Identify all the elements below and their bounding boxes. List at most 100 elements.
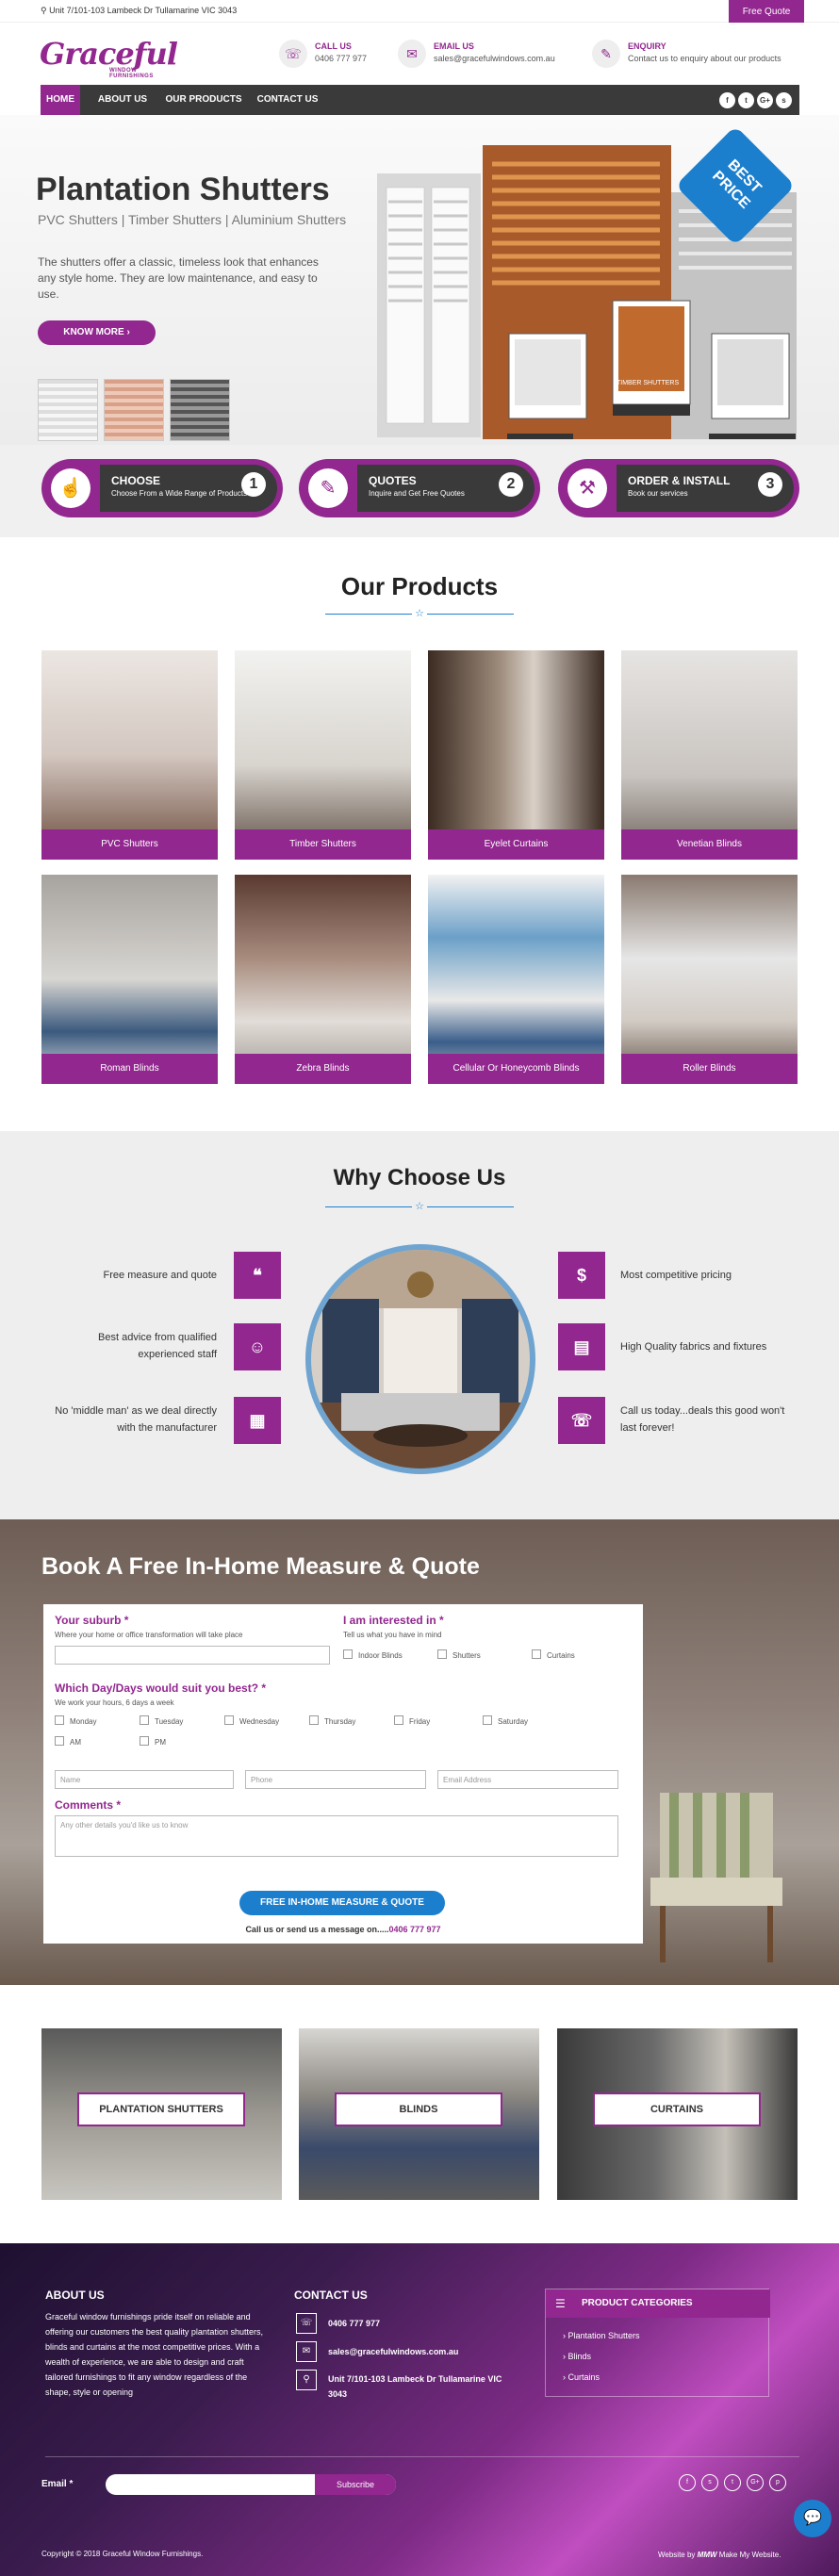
day-checkbox-friday[interactable]: Friday [394,1715,430,1726]
time-checkbox-am[interactable]: AM [55,1736,81,1747]
email-value: sales@gracefulwindows.com.au [434,54,555,63]
step-title: QUOTES [369,474,417,487]
subscribe-button[interactable]: Subscribe [315,2474,396,2495]
day-checkbox-thursday[interactable]: Thursday [309,1715,355,1726]
step-desc: Inquire and Get Free Quotes [369,489,465,498]
pinterest-icon[interactable]: p [769,2474,786,2491]
why-left-3: No 'middle man' as we deal directly with… [55,1405,217,1434]
footer-contact-title: CONTACT US [294,2289,368,2302]
time-checkbox-pm[interactable]: PM [140,1736,166,1747]
footer-cat-link[interactable]: › Blinds [563,2352,591,2361]
enquiry-label: ENQUIRY [628,41,666,51]
product-label: Venetian Blinds [621,829,798,860]
step-number: 2 [499,472,523,497]
nav-about[interactable]: ABOUT US [93,85,152,115]
suburb-input[interactable] [55,1646,330,1665]
know-more-button[interactable]: KNOW MORE › [38,320,156,345]
product-card[interactable]: Cellular Or Honeycomb Blinds [428,875,604,1084]
nav-home[interactable]: HOME [41,85,80,115]
interest-label: I am interested in * [343,1614,444,1627]
category-banners: PLANTATION SHUTTERS BLINDS CURTAINS [0,1985,839,2243]
nav-contact[interactable]: CONTACT US [254,85,321,115]
logo-name: Graceful [40,36,178,72]
footer-about-text: Graceful window furnishings pride itself… [45,2312,263,2397]
email-input[interactable]: Email Address [437,1770,618,1789]
why-left-2: Best advice from qualified experienced s… [98,1332,217,1360]
step-quotes[interactable]: ✎ QUOTES Inquire and Get Free Quotes 2 [299,459,540,517]
day-checkbox-saturday[interactable]: Saturday [483,1715,528,1726]
category-curtains[interactable]: CURTAINS [557,2028,798,2200]
booking-form: Your suburb * Where your home or office … [43,1604,643,1944]
why-right-2: High Quality fabrics and fixtures [620,1341,767,1353]
step-number: 1 [241,472,266,497]
product-card[interactable]: Roman Blinds [41,875,218,1084]
day-checkbox-tuesday[interactable]: Tuesday [140,1715,183,1726]
interest-checkbox-indoor-blinds[interactable]: Indoor Blinds [343,1649,403,1660]
top-address-text: Unit 7/101-103 Lambeck Dr Tullamarine VI… [49,6,238,15]
facebook-icon[interactable]: f [679,2474,696,2491]
category-plantation-shutters[interactable]: PLANTATION SHUTTERS [41,2028,282,2200]
star-icon: ☆ [412,1200,427,1213]
footer-email[interactable]: sales@gracefulwindows.com.au [328,2344,458,2359]
product-label: Timber Shutters [235,829,411,860]
day-checkbox-monday[interactable]: Monday [55,1715,96,1726]
product-card[interactable]: PVC Shutters [41,650,218,860]
top-address: ⚲ Unit 7/101-103 Lambeck Dr Tullamarine … [41,6,238,15]
product-card[interactable]: Roller Blinds [621,875,798,1084]
footer-cat-link[interactable]: › Plantation Shutters [563,2331,640,2340]
twitter-icon[interactable]: t [738,92,754,108]
step-order-install[interactable]: ⚒ ORDER & INSTALL Book our services 3 [558,459,799,517]
footer-divider [45,2456,799,2457]
film-icon: ▤ [558,1323,605,1370]
google-plus-icon[interactable]: G+ [757,92,773,108]
free-measure-button[interactable]: FREE IN-HOME MEASURE & QUOTE [239,1891,445,1915]
booking-note: Call us or send us a message on.....0406… [43,1925,643,1934]
google-plus-icon[interactable]: G+ [747,2474,764,2491]
make-my-website-logo: MMW [697,2551,717,2559]
thumb-white-shutter[interactable] [38,379,98,441]
product-label: Eyelet Curtains [428,829,604,860]
product-card[interactable]: Eyelet Curtains [428,650,604,860]
facebook-icon[interactable]: f [719,92,735,108]
step-desc: Choose From a Wide Range of Products [111,489,248,498]
interest-checkbox-curtains[interactable]: Curtains [532,1649,575,1660]
footer-credit-name[interactable]: Make My Website. [719,2551,781,2559]
hero-description: The shutters offer a classic, timeless l… [38,255,319,301]
comments-textarea[interactable]: Any other details you'd like us to know [55,1815,618,1857]
footer-email-label: Email * [41,2479,74,2489]
category-blinds[interactable]: BLINDS [299,2028,539,2200]
chat-bubble-icon[interactable]: 💬 [794,2500,831,2537]
footer-cat-link[interactable]: › Curtains [563,2372,600,2382]
why-left-1: Free measure and quote [103,1270,217,1281]
footer-credit-text: Website by [658,2551,696,2559]
footer-phone[interactable]: 0406 777 977 [328,2316,380,2331]
nav-products[interactable]: OUR PRODUCTS [161,85,246,115]
top-bar: ⚲ Unit 7/101-103 Lambeck Dr Tullamarine … [0,0,839,25]
steps-bar: ☝ CHOOSE Choose From a Wide Range of Prod… [0,445,839,537]
logo[interactable]: Graceful WINDOW FURNISHINGS [40,36,181,79]
day-checkbox-wednesday[interactable]: Wednesday [224,1715,279,1726]
name-input[interactable]: Name [55,1770,234,1789]
phone-icon: ☏ [279,40,307,68]
list-icon: ☰ [555,2297,566,2310]
call-label: CALL US [315,41,352,51]
why-right-1: Most competitive pricing [620,1270,732,1281]
dollar-icon: $ [558,1252,605,1299]
product-card[interactable]: Venetian Blinds [621,650,798,860]
factory-icon: ▦ [234,1397,281,1444]
skype-icon[interactable]: s [776,92,792,108]
product-label: PVC Shutters [41,829,218,860]
thumb-pink-shutter[interactable] [104,379,164,441]
step-choose[interactable]: ☝ CHOOSE Choose From a Wide Range of Prod… [41,459,283,517]
interest-checkbox-shutters[interactable]: Shutters [437,1649,481,1660]
hero-subtitle: PVC Shutters | Timber Shutters | Alumini… [38,212,347,227]
hero-title: Plantation Shutters [36,172,330,207]
product-card[interactable]: Zebra Blinds [235,875,411,1084]
product-categories-title: PRODUCT CATEGORIES [546,2289,770,2318]
phone-input[interactable]: Phone [245,1770,426,1789]
skype-icon[interactable]: s [701,2474,718,2491]
thumb-grey-shutter[interactable] [170,379,230,441]
product-card[interactable]: Timber Shutters [235,650,411,860]
twitter-icon[interactable]: t [724,2474,741,2491]
free-quote-button[interactable]: Free Quote [729,0,804,25]
